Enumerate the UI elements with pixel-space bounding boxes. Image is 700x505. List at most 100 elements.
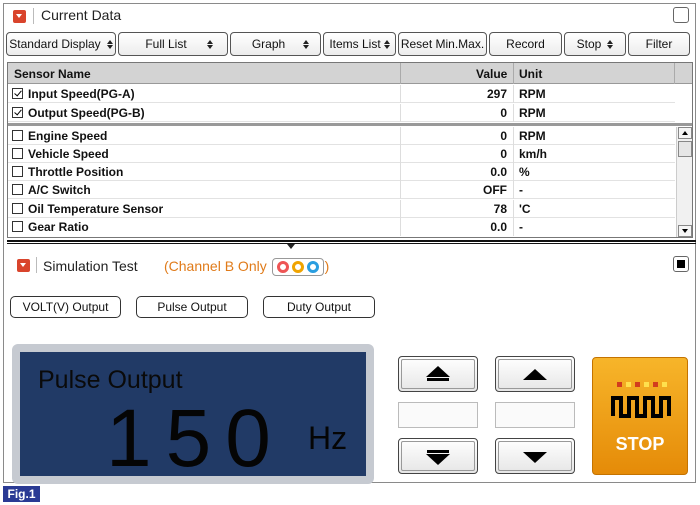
double-up-icon [426,366,450,377]
spinner-icon [383,39,390,49]
scroll-down-icon[interactable] [678,225,692,237]
column-header-sensor-name: Sensor Name [14,67,91,81]
signal-dots-icon [617,382,667,387]
decrease-button[interactable] [495,438,575,474]
sensor-name: Input Speed(PG-A) [28,87,135,101]
full-list-dropdown[interactable]: Full List [118,32,228,56]
sensor-name: A/C Switch [28,183,91,197]
row-checkbox[interactable] [12,148,23,159]
channel-note-text: (Channel B Only [164,258,267,274]
display-screen: Pulse Output 150 Hz [20,352,366,480]
current-data-title: Current Data [41,7,122,23]
increase-button[interactable] [495,356,575,392]
simulation-test-title: Simulation Test [43,258,138,274]
display-value: 150 [106,393,285,484]
row-checkbox[interactable] [12,166,23,177]
sensor-table: Sensor Name Value Unit Input Speed(PG-A)… [7,62,693,238]
table-header: Sensor Name Value Unit [8,63,692,84]
row-checkbox[interactable] [12,221,23,232]
sensor-value: 0.0 [490,165,507,179]
row-checkbox[interactable] [12,130,23,141]
channel-blue-icon [306,261,319,274]
sensor-unit: km/h [519,147,548,161]
table-row[interactable]: Gear Ratio 0.0 - [8,218,675,236]
fast-increase-button[interactable] [398,356,478,392]
double-down-icon [426,454,450,465]
sensor-name: Engine Speed [28,129,108,143]
duty-output-button[interactable]: Duty Output [263,296,375,318]
table-row[interactable]: Vehicle Speed 0 km/h [8,145,675,163]
sensor-unit: - [519,183,523,197]
sensor-name: Oil Temperature Sensor [28,202,164,216]
column-header-value: Value [476,67,508,81]
channel-note: (Channel B Only ) [164,258,330,277]
stop-label: Stop [576,37,602,51]
channel-selector[interactable] [271,258,324,277]
table-scrollbar[interactable] [676,127,692,237]
sensor-name: Throttle Position [28,165,124,179]
header-separator [36,257,37,273]
current-data-toolbar: Standard Display Full List Graph Items L… [6,32,694,56]
collapse-simulation-icon[interactable] [17,259,30,272]
standard-display-dropdown[interactable]: Standard Display [6,32,116,56]
table-row[interactable]: A/C Switch OFF - [8,181,675,199]
table-row[interactable]: Oil Temperature Sensor 78 'C [8,200,675,218]
sensor-unit: - [519,220,523,234]
filter-button[interactable]: Filter [628,32,690,56]
simulation-test-header: Simulation Test [4,252,695,276]
sensor-value: 78 [493,202,507,216]
stop-dropdown[interactable]: Stop [564,32,626,56]
display-label: Pulse Output [38,366,183,394]
record-button[interactable]: Record [489,32,562,56]
sensor-unit: RPM [519,87,546,101]
header-separator [33,8,34,24]
table-row[interactable]: Output Speed(PG-B) 0 RPM [8,104,675,122]
graph-dropdown[interactable]: Graph [230,32,321,56]
fixed-rows-separator [8,123,692,126]
sensor-unit: RPM [519,106,546,120]
pulse-output-button[interactable]: Pulse Output [136,296,248,318]
collapse-current-data-icon[interactable] [13,10,26,23]
reset-min-max-button[interactable]: Reset Min.Max. [398,32,487,56]
row-checkbox[interactable] [12,107,23,118]
down-arrow-icon [523,452,547,463]
step-readout-right [495,402,575,428]
spinner-icon [303,39,310,49]
spinner-icon [206,39,213,49]
splitter-arrow-icon [287,244,295,249]
sensor-name: Gear Ratio [28,220,89,234]
items-list-label: Items List [329,37,381,51]
stop-button[interactable]: STOP [592,357,688,475]
sensor-name: Output Speed(PG-B) [28,106,145,120]
maximize-icon[interactable] [673,7,689,23]
sensor-value: 297 [486,87,507,101]
maximize-filled-icon[interactable] [673,256,689,272]
step-readout-left [398,402,478,428]
pulse-wave-icon [611,396,671,418]
stop-label: STOP [615,434,665,454]
row-checkbox[interactable] [12,203,23,214]
sensor-name: Vehicle Speed [28,147,109,161]
window-frame: Current Data Standard Display Full List … [3,3,696,484]
sensor-value: 0 [500,129,507,143]
spinner-icon [607,39,614,49]
spinner-icon [106,39,113,49]
row-checkbox[interactable] [12,88,23,99]
scroll-thumb[interactable] [678,141,692,157]
scroll-up-icon[interactable] [678,127,692,139]
items-list-dropdown[interactable]: Items List [323,32,396,56]
figure-label: Fig.1 [3,486,40,502]
sensor-value: 0 [500,106,507,120]
table-row[interactable]: Input Speed(PG-A) 297 RPM [8,85,675,103]
channel-note-close: ) [324,258,330,274]
volt-output-button[interactable]: VOLT(V) Output [10,296,121,318]
full-list-label: Full List [145,37,187,51]
row-checkbox[interactable] [12,184,23,195]
column-header-unit: Unit [519,67,543,81]
table-row[interactable]: Engine Speed 0 RPM [8,127,675,145]
panel-splitter[interactable] [7,240,696,244]
fast-decrease-button[interactable] [398,438,478,474]
sensor-unit: % [519,165,530,179]
up-arrow-icon [523,369,547,380]
table-row[interactable]: Throttle Position 0.0 % [8,163,675,181]
